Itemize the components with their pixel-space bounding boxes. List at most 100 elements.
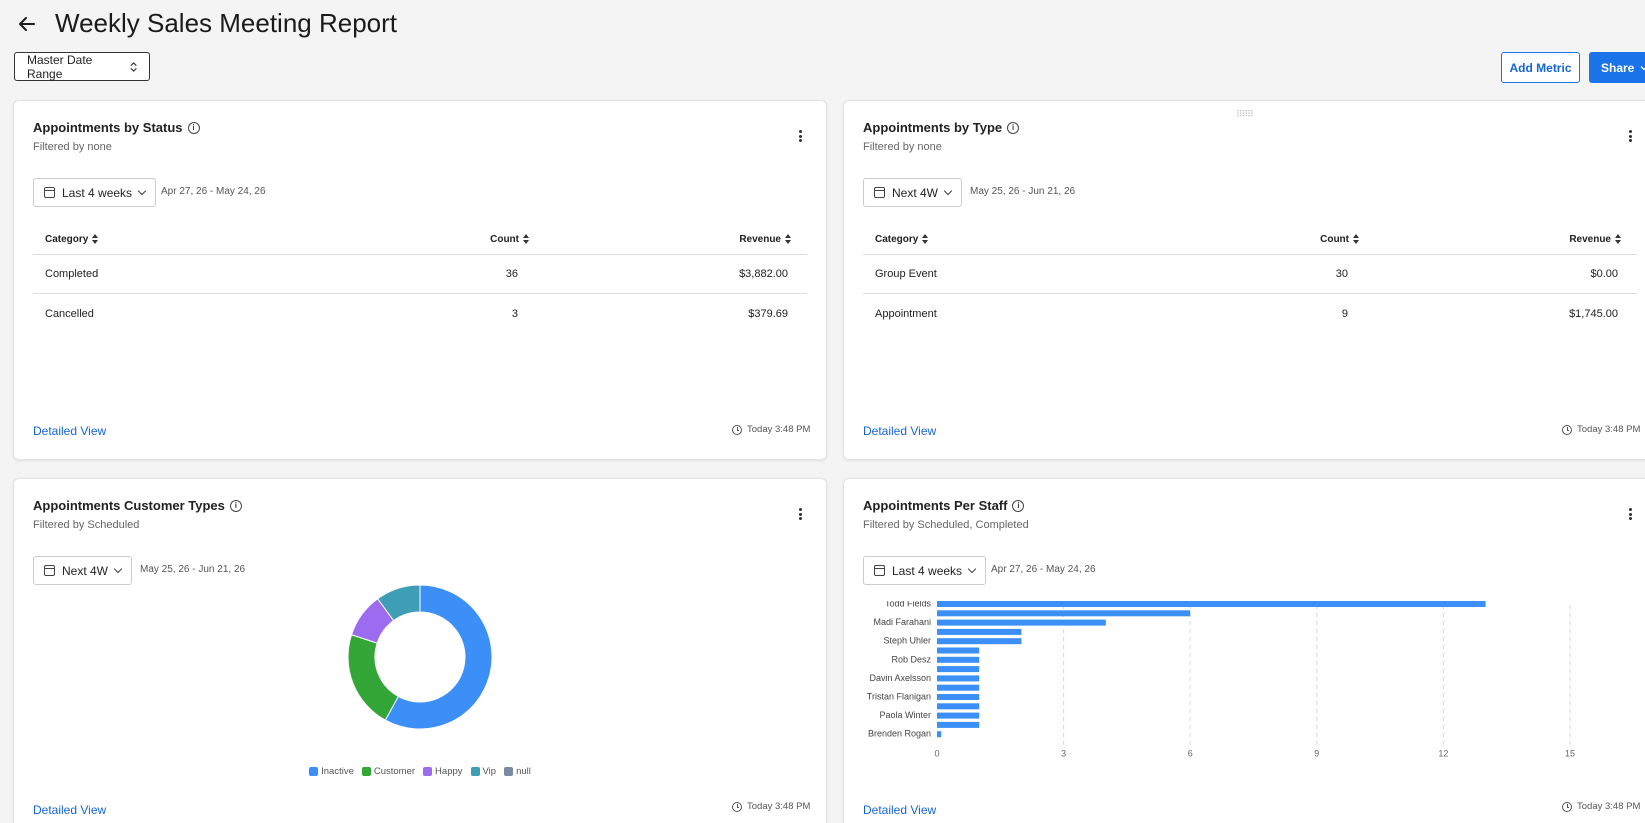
legend-item[interactable]: Happy <box>423 766 463 777</box>
more-options-icon[interactable] <box>795 506 805 522</box>
info-icon[interactable]: i <box>1012 499 1025 512</box>
card-appointments-by-status: Appointments by Status i Filtered by non… <box>13 100 827 460</box>
card-title-text: Appointments by Type <box>863 120 1003 135</box>
last-updated-text: Today 3:48 PM <box>1577 801 1641 812</box>
staff-bar[interactable] <box>937 619 1106 626</box>
staff-bar[interactable] <box>937 712 980 719</box>
cell-revenue: $379.69 <box>748 307 788 320</box>
detailed-view-link[interactable]: Detailed View <box>863 803 936 817</box>
staff-bar[interactable] <box>937 666 980 673</box>
per-staff-bar-chart: 0 3 6 9 12 15 Todd Fields Madi Farahani Steph Uh… <box>867 601 1575 759</box>
period-selector[interactable]: Last 4 weeks <box>863 556 987 585</box>
column-header-category[interactable]: Category <box>33 234 333 245</box>
period-selector[interactable]: Last 4 weeks <box>33 178 157 207</box>
chevron-down-icon <box>967 564 977 574</box>
column-header-revenue[interactable]: Revenue <box>1360 234 1622 245</box>
cell-count: 9 <box>1341 307 1348 320</box>
cell-count: 3 <box>511 307 518 320</box>
legend-swatch <box>309 767 319 776</box>
more-options-icon[interactable] <box>795 128 805 144</box>
share-label: Share <box>1601 60 1635 75</box>
card-appointments-by-type: ⠿⠿⠿ Appointments by Type i Filtered by n… <box>843 100 1645 460</box>
legend-item[interactable]: Vip <box>470 766 496 777</box>
table-row: Appointment 9 $1,745.00 <box>863 294 1637 333</box>
customer-types-donut-chart <box>347 584 493 730</box>
staff-bar[interactable] <box>937 638 1022 645</box>
card-subtitle: Filtered by none <box>863 141 942 153</box>
more-options-icon[interactable] <box>1625 128 1635 144</box>
column-header-category[interactable]: Category <box>863 234 1163 245</box>
y-tick-label: Steph Uhler <box>883 636 931 646</box>
legend-item[interactable]: null <box>504 766 531 777</box>
card-title-text: Appointments by Status <box>33 120 183 135</box>
staff-bar[interactable] <box>937 601 1486 607</box>
sort-icon <box>92 234 99 245</box>
y-tick-label: Rob Desz <box>891 654 931 664</box>
info-icon[interactable]: i <box>1007 121 1020 134</box>
table-row: Group Event 30 $0.00 <box>863 255 1637 294</box>
card-appointments-customer-types: Appointments Customer Types i Filtered b… <box>13 478 827 823</box>
legend-item[interactable]: Customer <box>361 766 416 777</box>
master-date-range-button[interactable]: Master Date Range <box>14 52 150 81</box>
last-updated: Today 3:48 PM <box>732 801 810 812</box>
column-header-revenue[interactable]: Revenue <box>530 234 792 245</box>
column-header-count[interactable]: Count <box>1163 234 1360 245</box>
info-icon[interactable]: i <box>187 121 200 134</box>
staff-bar[interactable] <box>937 721 980 728</box>
period-selector[interactable]: Next 4W <box>863 178 963 207</box>
staff-bar[interactable] <box>937 628 1022 635</box>
detailed-view-link[interactable]: Detailed View <box>33 803 106 817</box>
staff-bar[interactable] <box>937 610 1191 617</box>
staff-bar[interactable] <box>937 731 942 738</box>
y-tick-label: Brenden Rogan <box>868 729 931 739</box>
staff-bar[interactable] <box>937 675 980 682</box>
detailed-view-link[interactable]: Detailed View <box>863 424 936 438</box>
card-title: Appointments by Type i <box>863 120 1020 135</box>
staff-bar[interactable] <box>937 684 980 691</box>
x-tick-label: 12 <box>1438 749 1448 759</box>
info-icon[interactable]: i <box>229 499 242 512</box>
legend-swatch <box>423 767 433 776</box>
staff-bar[interactable] <box>937 694 980 700</box>
table-row: Cancelled 3 $379.69 <box>33 294 807 333</box>
staff-bar[interactable] <box>937 647 980 654</box>
clock-icon <box>732 424 742 435</box>
legend-label: Inactive <box>321 766 354 777</box>
legend-item[interactable]: Inactive <box>309 766 354 777</box>
more-options-icon[interactable] <box>1625 506 1635 522</box>
last-updated: Today 3:48 PM <box>732 424 810 435</box>
master-date-range-label: Master Date Range <box>27 52 93 81</box>
donut-slice-customer[interactable] <box>347 634 399 721</box>
last-updated-text: Today 3:48 PM <box>747 424 811 435</box>
period-label: Next 4W <box>62 563 109 578</box>
legend-label: null <box>516 766 531 777</box>
detailed-view-link[interactable]: Detailed View <box>33 424 106 438</box>
column-header-count[interactable]: Count <box>333 234 530 245</box>
y-tick-label: Tristan Flanigan <box>867 692 931 702</box>
share-button[interactable]: Share <box>1589 52 1645 83</box>
cell-revenue: $1,745.00 <box>1569 307 1618 320</box>
type-table: Category Count Revenue Group Event 30 $0… <box>863 225 1637 333</box>
x-tick-label: 9 <box>1314 749 1319 759</box>
table-header: Category Count Revenue <box>863 225 1637 255</box>
staff-bar[interactable] <box>937 703 980 710</box>
back-arrow-icon[interactable] <box>14 11 40 37</box>
last-updated: Today 3:48 PM <box>1562 801 1640 812</box>
y-tick-label: Madi Farahani <box>873 617 931 627</box>
card-title: Appointments Per Staff i <box>863 498 1025 513</box>
period-label: Last 4 weeks <box>892 563 963 578</box>
card-subtitle: Filtered by Scheduled, Completed <box>863 519 1029 531</box>
calendar-icon <box>44 187 55 198</box>
x-tick-label: 6 <box>1188 749 1193 759</box>
legend-label: Customer <box>373 766 416 777</box>
period-range: May 25, 26 - Jun 21, 26 <box>970 186 1076 197</box>
cell-category: Completed <box>45 268 99 280</box>
add-metric-button[interactable]: Add Metric <box>1501 52 1580 83</box>
drag-handle-icon[interactable]: ⠿⠿⠿ <box>1236 109 1254 120</box>
legend-swatch <box>361 767 371 776</box>
card-subtitle: Filtered by none <box>33 141 112 153</box>
y-tick-label: Davin Axelsson <box>869 673 931 683</box>
card-subtitle: Filtered by Scheduled <box>33 519 140 531</box>
staff-bar[interactable] <box>937 656 980 663</box>
y-tick-label: Todd Fields <box>885 601 932 609</box>
